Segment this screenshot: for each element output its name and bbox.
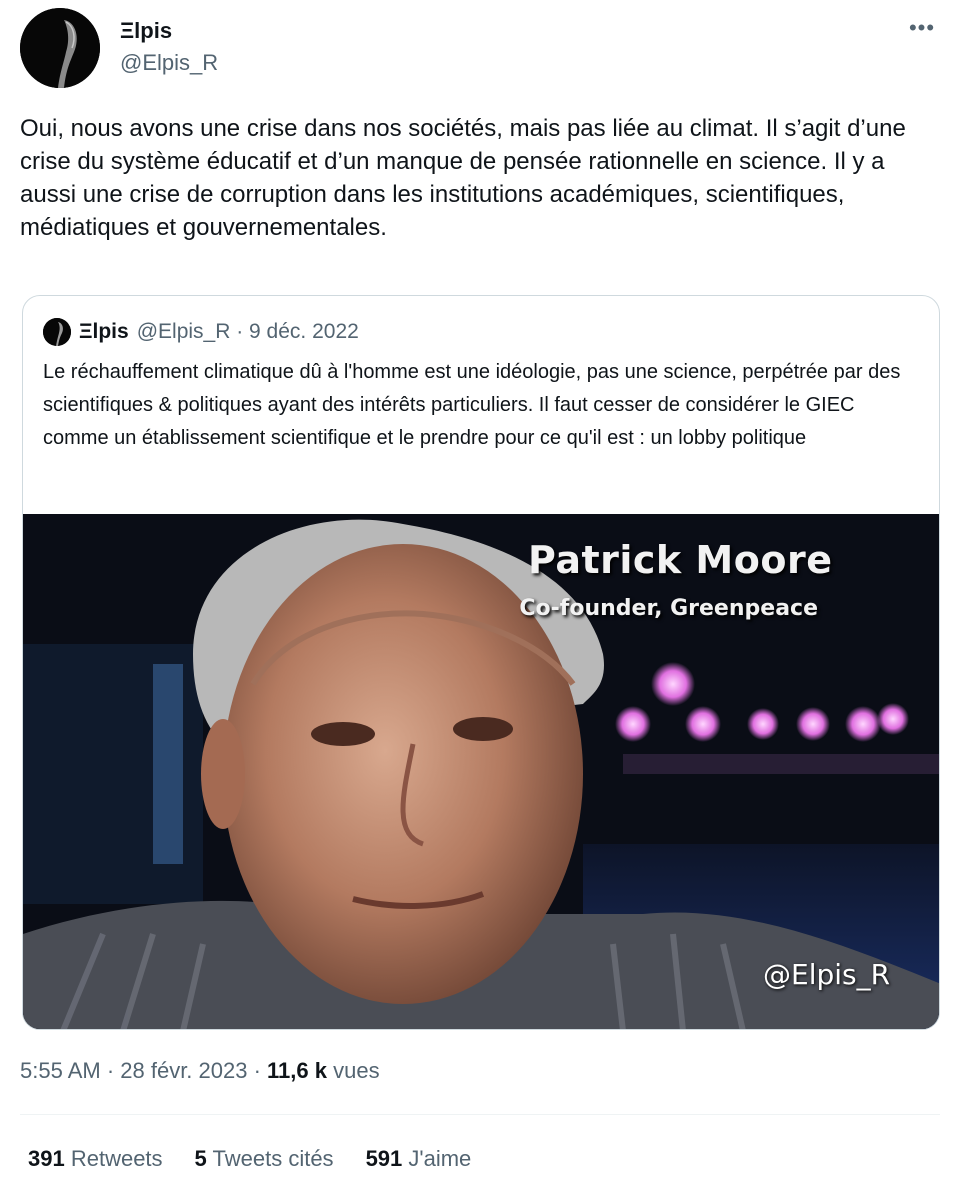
video-frame-image: [23, 514, 939, 1029]
retweets-label: Retweets: [64, 1146, 163, 1171]
author-handle[interactable]: @Elpis_R: [120, 50, 218, 76]
quoted-display-name[interactable]: Ξlpis: [79, 320, 129, 344]
quotes-count: 5: [194, 1146, 207, 1171]
avatar[interactable]: [20, 8, 100, 88]
likes-label: J'aime: [402, 1146, 472, 1171]
views-count: 11,6 k: [267, 1058, 327, 1083]
likes-stat[interactable]: 591 J'aime: [366, 1146, 472, 1172]
more-horizontal-icon[interactable]: •••: [905, 17, 939, 42]
video-caption-name: Patrick Moore: [528, 538, 833, 582]
quoted-avatar[interactable]: [43, 318, 71, 346]
retweets-count: 391: [28, 1146, 65, 1171]
video-caption-role: Co-founder, Greenpeace: [519, 596, 818, 621]
likes-count: 591: [365, 1146, 403, 1171]
divider: [20, 1114, 940, 1115]
retweets-stat[interactable]: 391 Retweets: [28, 1146, 163, 1172]
quoted-tweet-text: Le réchauffement climatique dû à l'homme…: [43, 361, 901, 449]
timestamp-time-date[interactable]: 5:55 AM · 28 févr. 2023 ·: [20, 1058, 267, 1083]
quoted-avatar-silhouette-icon: [43, 318, 71, 346]
quotes-stat[interactable]: 5 Tweets cités: [195, 1146, 334, 1172]
quoted-tweet-header: Ξlpis @Elpis_R · 9 déc. 2022: [43, 318, 359, 346]
quoted-tweet[interactable]: Ξlpis @Elpis_R · 9 déc. 2022 Le réchauff…: [22, 295, 940, 1030]
views-label: vues: [326, 1058, 380, 1083]
tweet-timestamp: 5:55 AM · 28 févr. 2023 · 11,6 k vues: [20, 1058, 380, 1084]
avatar-silhouette-icon: [20, 8, 100, 88]
quotes-label: Tweets cités: [206, 1146, 334, 1171]
tweet-header: Ξlpis @Elpis_R •••: [20, 8, 945, 88]
video-watermark: @Elpis_R: [763, 958, 891, 991]
tweet-stats: 391 Retweets 5 Tweets cités 591 J'aime: [28, 1146, 471, 1172]
quoted-handle-date[interactable]: @Elpis_R · 9 déc. 2022: [137, 320, 359, 344]
quoted-tweet-media[interactable]: Patrick Moore Co-founder, Greenpeace @El…: [23, 514, 939, 1029]
author-display-name[interactable]: Ξlpis: [120, 18, 172, 44]
tweet-text: Oui, nous avons une crise dans nos socié…: [20, 115, 906, 241]
